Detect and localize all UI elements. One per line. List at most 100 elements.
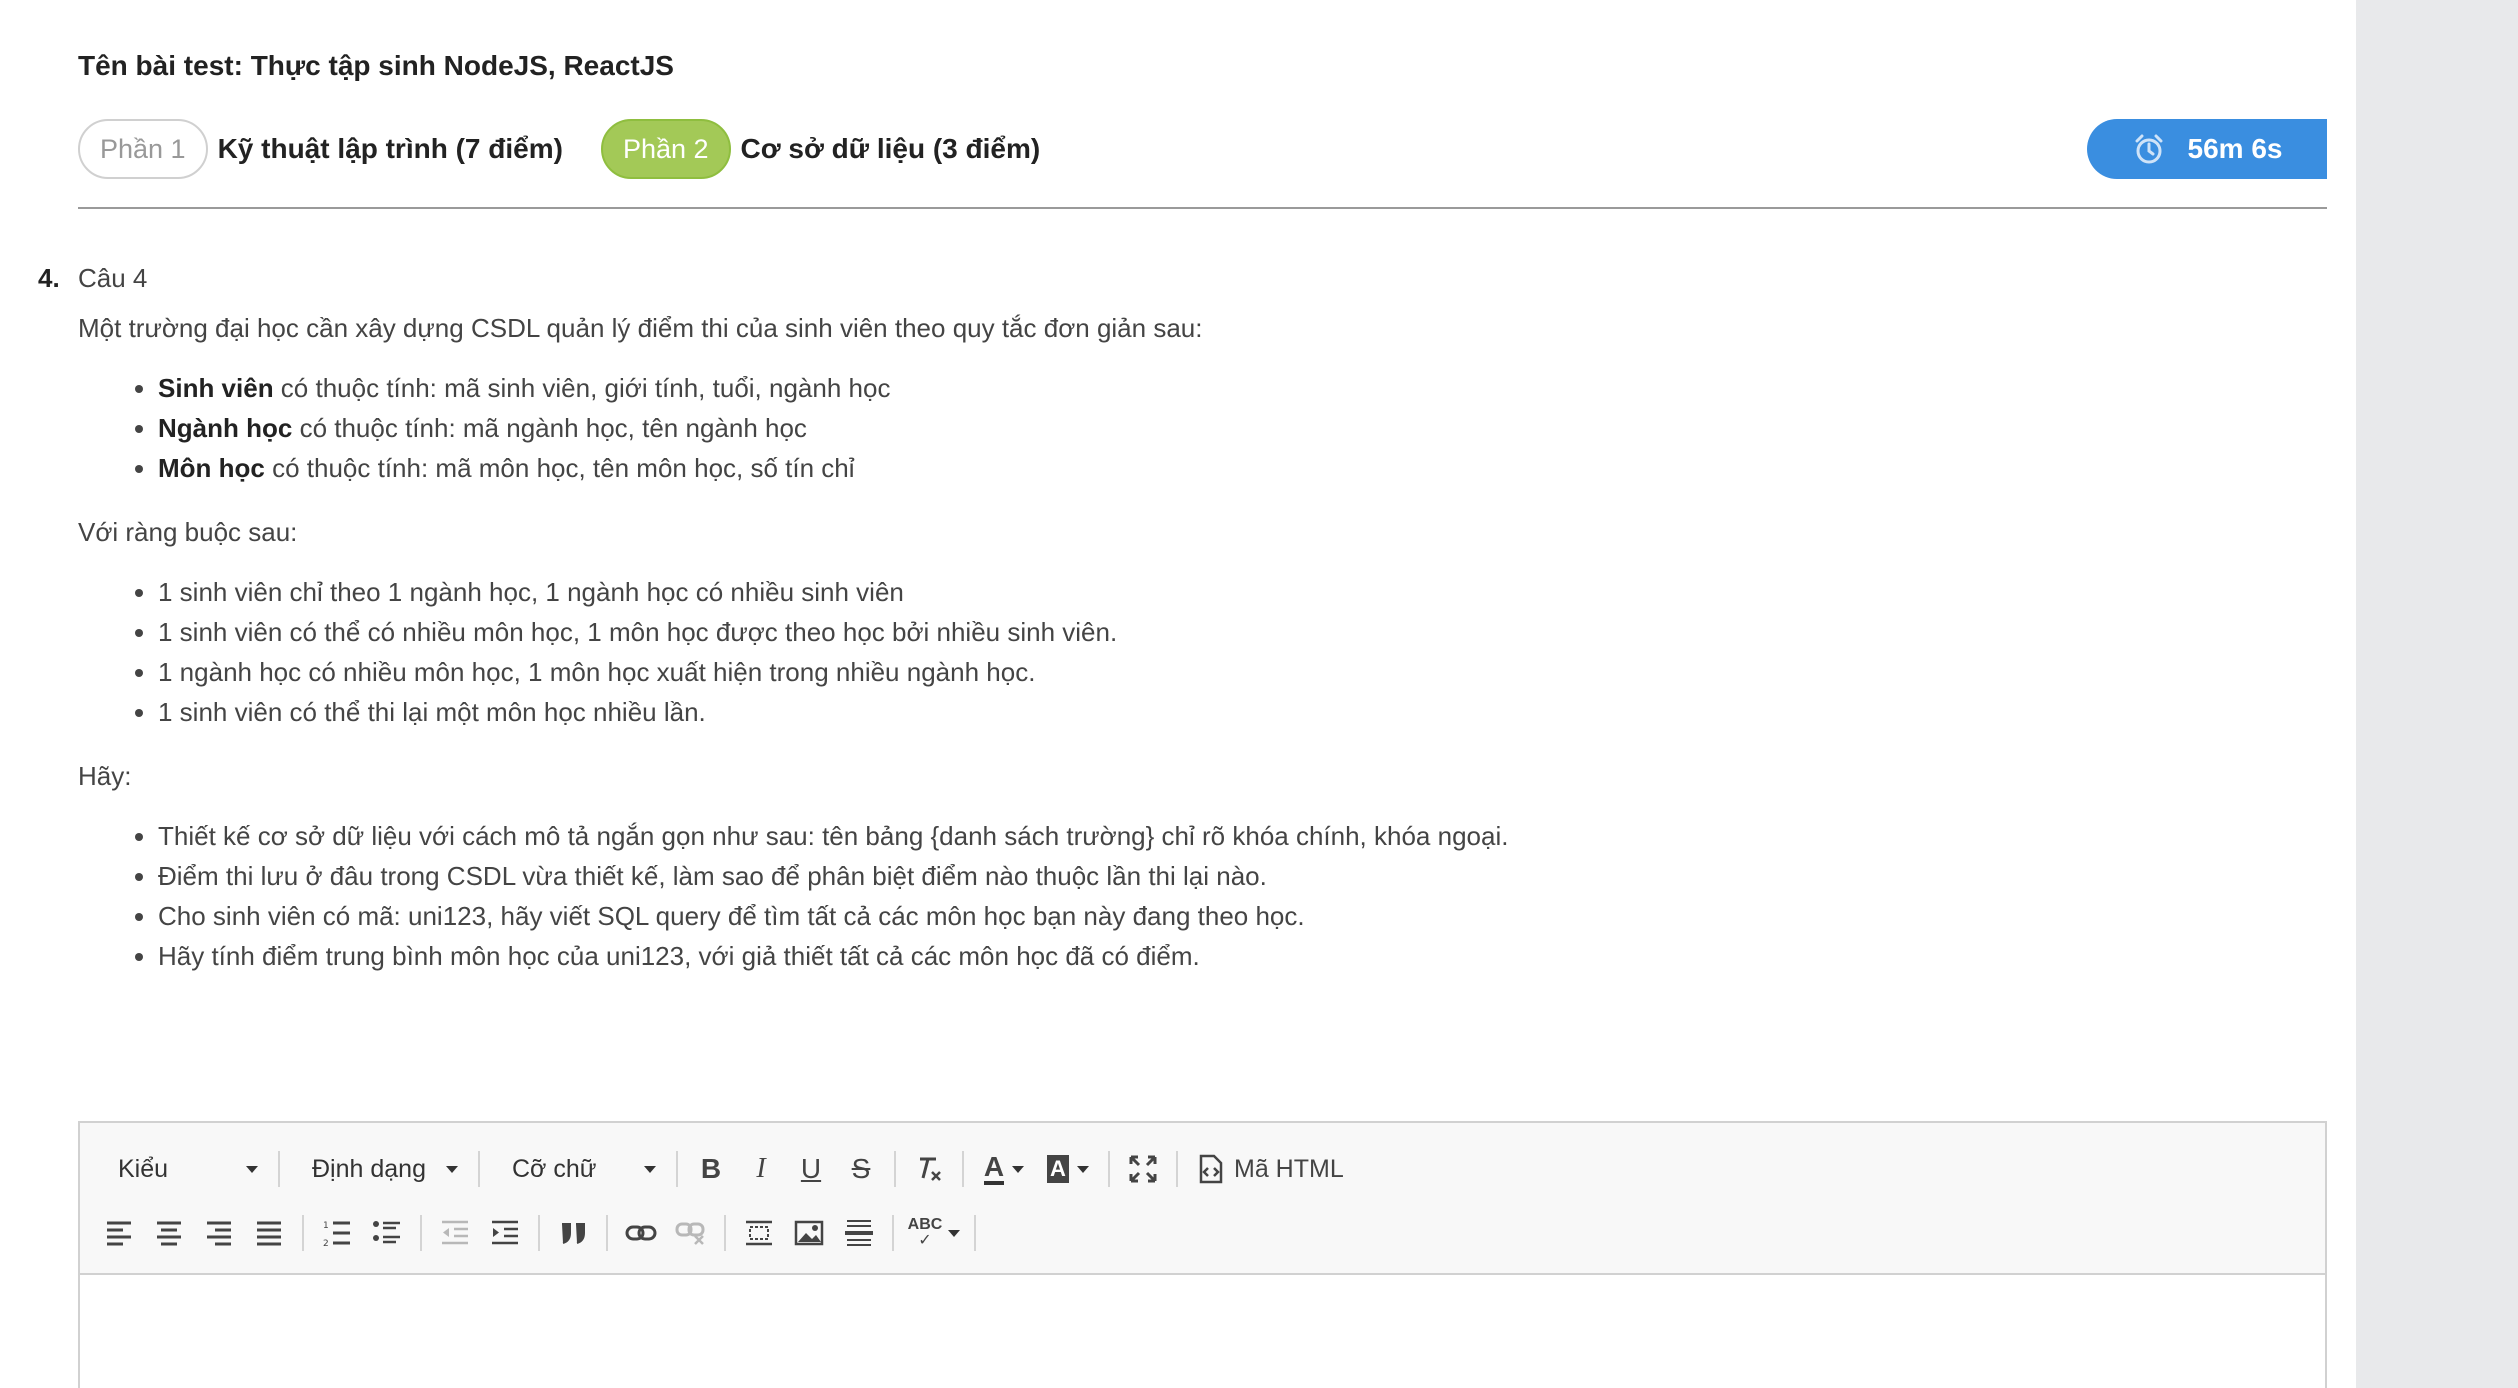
remove-format-button[interactable] [904, 1145, 954, 1193]
toolbar-separator [974, 1215, 976, 1251]
editor-content-area[interactable] [80, 1275, 2325, 1388]
format-dropdown[interactable]: Định dạng [288, 1145, 470, 1193]
entity-name: Ngành học [158, 413, 293, 443]
test-page: Tên bài test: Thực tập sinh NodeJS, Reac… [0, 0, 2356, 1388]
rich-text-editor: Kiểu Định dạng Cỡ chữ B I U S A A Mã HTM… [78, 1121, 2327, 1388]
toolbar-row-2: 12 ABC ✓ [94, 1201, 2311, 1265]
test-title: Tên bài test: Thực tập sinh NodeJS, Reac… [78, 50, 674, 81]
source-code-icon [1199, 1154, 1223, 1184]
spellcheck-button[interactable]: ABC ✓ [902, 1209, 966, 1257]
numbered-list-button[interactable]: 12 [312, 1209, 362, 1257]
spellcheck-icon: ABC ✓ [907, 1216, 943, 1249]
italic-button[interactable]: I [736, 1145, 786, 1193]
outdent-icon [442, 1220, 468, 1245]
question-intro: Một trường đại học cần xây dựng CSDL quả… [78, 313, 1203, 343]
anchor-button[interactable] [734, 1209, 784, 1257]
toolbar-separator [478, 1151, 480, 1187]
background-color-icon: A [1047, 1155, 1069, 1183]
blockquote-button[interactable] [548, 1209, 598, 1257]
text-color-icon: A [983, 1153, 1005, 1185]
style-dropdown-label: Kiểu [118, 1154, 169, 1183]
toolbar-separator [724, 1215, 726, 1251]
toolbar-separator [962, 1151, 964, 1187]
align-right-icon [207, 1221, 231, 1246]
numbered-list-icon: 12 [323, 1221, 350, 1247]
align-center-button[interactable] [144, 1209, 194, 1257]
chevron-down-icon [644, 1165, 656, 1173]
unlink-button[interactable] [666, 1209, 716, 1257]
toolbar-separator [420, 1215, 422, 1251]
toolbar-separator [302, 1215, 304, 1251]
unlink-icon [675, 1222, 705, 1245]
chevron-down-icon [246, 1165, 258, 1173]
chevron-down-icon [1012, 1165, 1025, 1173]
part-1-pill[interactable]: Phần 1 [78, 119, 208, 179]
background-color-button[interactable]: A [1036, 1145, 1100, 1193]
entity-desc: có thuộc tính: mã ngành học, tên ngành h… [292, 413, 807, 443]
style-dropdown[interactable]: Kiểu [94, 1145, 270, 1193]
remove-format-icon [920, 1157, 941, 1181]
constraints-label: Với ràng buộc sau: [78, 517, 298, 547]
entity-desc: có thuộc tính: mã môn học, tên môn học, … [264, 453, 855, 483]
link-button[interactable] [616, 1209, 666, 1257]
list-item: Ngành học có thuộc tính: mã ngành học, t… [158, 408, 2328, 448]
timer-value: 56m 6s [2187, 133, 2283, 164]
chevron-down-icon [1076, 1165, 1089, 1173]
list-item: Thiết kế cơ sở dữ liệu với cách mô tả ng… [158, 816, 2328, 856]
list-item: Sinh viên có thuộc tính: mã sinh viên, g… [158, 368, 2328, 408]
horizontal-line-button[interactable] [834, 1209, 884, 1257]
align-center-icon [157, 1221, 181, 1246]
task-list: Thiết kế cơ sở dữ liệu với cách mô tả ng… [120, 816, 2328, 976]
format-dropdown-label: Định dạng [312, 1154, 426, 1183]
entity-list: Sinh viên có thuộc tính: mã sinh viên, g… [120, 368, 2328, 488]
align-left-icon [107, 1221, 131, 1246]
toolbar-separator [538, 1215, 540, 1251]
underline-button[interactable]: U [786, 1145, 836, 1193]
list-item: 1 ngành học có nhiều môn học, 1 môn học … [158, 652, 2328, 692]
entity-name: Môn học [158, 453, 265, 483]
list-item: Hãy tính điểm trung bình môn học của uni… [158, 936, 2328, 976]
bold-button[interactable]: B [686, 1145, 736, 1193]
quote-icon [562, 1223, 585, 1244]
spellcheck-label: ABC [907, 1216, 943, 1233]
outdent-button[interactable] [430, 1209, 480, 1257]
horizontal-line-icon [845, 1220, 873, 1246]
chevron-down-icon [446, 1165, 458, 1173]
toolbar-separator [1176, 1151, 1178, 1187]
toolbar-separator [606, 1215, 608, 1251]
editor-toolbar: Kiểu Định dạng Cỡ chữ B I U S A A Mã HTM… [80, 1123, 2325, 1275]
toolbar-separator [278, 1151, 280, 1187]
maximize-button[interactable] [1118, 1145, 1168, 1193]
link-icon [625, 1225, 657, 1241]
image-icon [794, 1220, 824, 1246]
entity-desc: có thuộc tính: mã sinh viên, giới tính, … [273, 373, 891, 403]
question-block: 4. Câu 4 Một trường đại học cần xây dựng… [38, 258, 2328, 1000]
image-button[interactable] [784, 1209, 834, 1257]
font-size-dropdown[interactable]: Cỡ chữ [488, 1145, 668, 1193]
maximize-icon [1129, 1155, 1157, 1183]
justify-icon [257, 1221, 281, 1246]
chevron-down-icon [948, 1229, 961, 1237]
text-color-button[interactable]: A [972, 1145, 1036, 1193]
constraint-list: 1 sinh viên chỉ theo 1 ngành học, 1 ngàn… [120, 572, 2328, 732]
part-2-pill[interactable]: Phần 2 [600, 119, 731, 179]
align-right-button[interactable] [194, 1209, 244, 1257]
justify-button[interactable] [244, 1209, 294, 1257]
source-html-button[interactable]: Mã HTML [1186, 1145, 1356, 1193]
part-2-label: Cơ sở dữ liệu (3 điểm) [740, 133, 1041, 164]
countdown-timer: 56m 6s [2087, 119, 2327, 179]
question-number: 4. [38, 263, 60, 293]
source-html-label: Mã HTML [1234, 1154, 1344, 1183]
toolbar-separator [676, 1151, 678, 1187]
right-gutter [2356, 0, 2518, 1388]
indent-icon [492, 1220, 518, 1245]
header-divider [78, 207, 2327, 209]
font-size-dropdown-label: Cỡ chữ [512, 1154, 597, 1183]
align-left-button[interactable] [94, 1209, 144, 1257]
toolbar-separator [892, 1215, 894, 1251]
bulleted-list-button[interactable] [362, 1209, 412, 1257]
indent-button[interactable] [480, 1209, 530, 1257]
alarm-clock-icon [2135, 134, 2163, 164]
bulleted-list-icon [373, 1221, 400, 1244]
strikethrough-button[interactable]: S [836, 1145, 886, 1193]
